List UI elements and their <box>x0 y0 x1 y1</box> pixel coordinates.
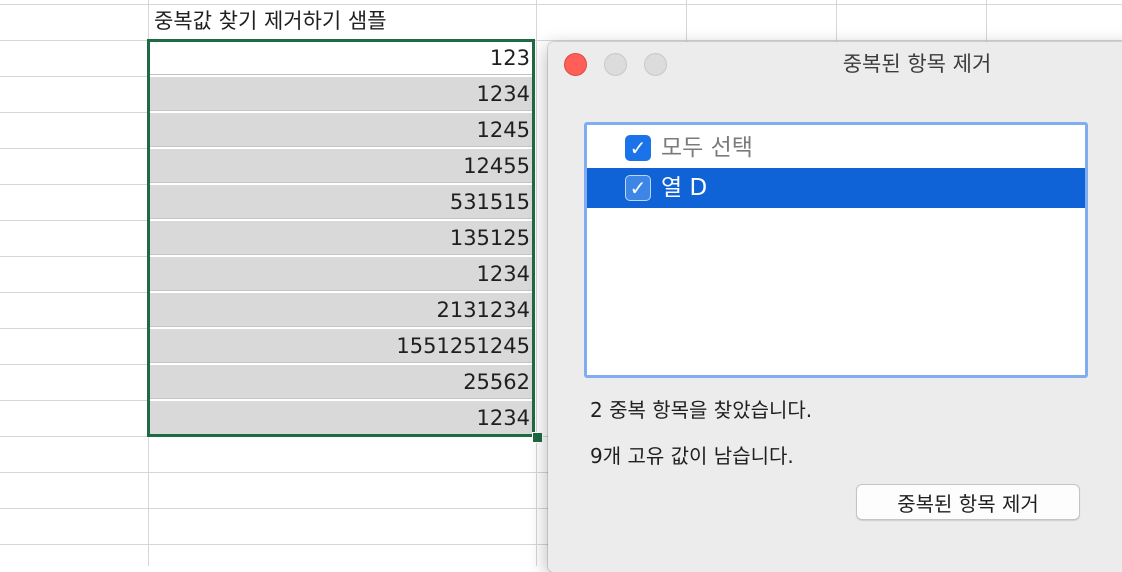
grid-line <box>0 508 548 509</box>
grid-line <box>0 112 150 113</box>
remove-duplicates-button[interactable]: 중복된 항목 제거 <box>856 484 1080 520</box>
grid-line <box>986 0 987 42</box>
data-cell[interactable]: 123 <box>150 41 534 75</box>
dialog-title: 중복된 항목 제거 <box>842 52 992 76</box>
data-cell[interactable]: 1234 <box>150 401 534 435</box>
grid-line <box>0 76 150 77</box>
data-cell[interactable]: 1551251245 <box>150 329 534 363</box>
grid-line <box>0 472 548 473</box>
data-cell[interactable]: 12455 <box>150 149 534 183</box>
checkmark-icon[interactable]: ✓ <box>625 175 651 201</box>
grid-line <box>0 148 150 149</box>
grid-line <box>836 0 837 42</box>
list-item-label: 모두 선택 <box>661 135 753 161</box>
data-cell[interactable]: 1245 <box>150 113 534 147</box>
list-item-column-d[interactable]: ✓ 열 D <box>587 168 1085 208</box>
column-header-cell[interactable]: 중복값 찾기 제거하기 샘플 <box>150 4 534 38</box>
dialog-titlebar: 중복된 항목 제거 <box>548 42 1122 86</box>
grid-line <box>0 220 150 221</box>
grid-line <box>686 0 687 42</box>
unique-values-message: 9개 고유 값이 남습니다. <box>590 444 794 468</box>
grid-line <box>0 364 150 365</box>
grid-line <box>0 400 150 401</box>
grid-line <box>0 256 150 257</box>
grid-line <box>0 544 548 545</box>
grid-line <box>536 0 537 566</box>
grid-line <box>148 0 149 566</box>
grid-line <box>0 292 150 293</box>
grid-line <box>0 184 150 185</box>
data-cell[interactable]: 2131234 <box>150 293 534 327</box>
data-cell[interactable]: 25562 <box>150 365 534 399</box>
remove-duplicates-dialog: 중복된 항목 제거 ✓ 모두 선택 ✓ 열 D 2 중복 항목을 찾았습니다. … <box>548 42 1122 572</box>
grid-line <box>0 328 150 329</box>
column-list[interactable]: ✓ 모두 선택 ✓ 열 D <box>584 122 1088 378</box>
data-cell[interactable]: 1234 <box>150 77 534 111</box>
checkmark-icon[interactable]: ✓ <box>625 135 651 161</box>
fill-handle[interactable] <box>532 432 543 443</box>
data-cell[interactable]: 1234 <box>150 257 534 291</box>
duplicates-found-message: 2 중복 항목을 찾았습니다. <box>590 398 813 422</box>
list-item-select-all[interactable]: ✓ 모두 선택 <box>587 128 1085 168</box>
grid-line <box>0 436 548 437</box>
list-item-label: 열 D <box>661 175 708 201</box>
data-cell[interactable]: 531515 <box>150 185 534 219</box>
data-cell[interactable]: 135125 <box>150 221 534 255</box>
